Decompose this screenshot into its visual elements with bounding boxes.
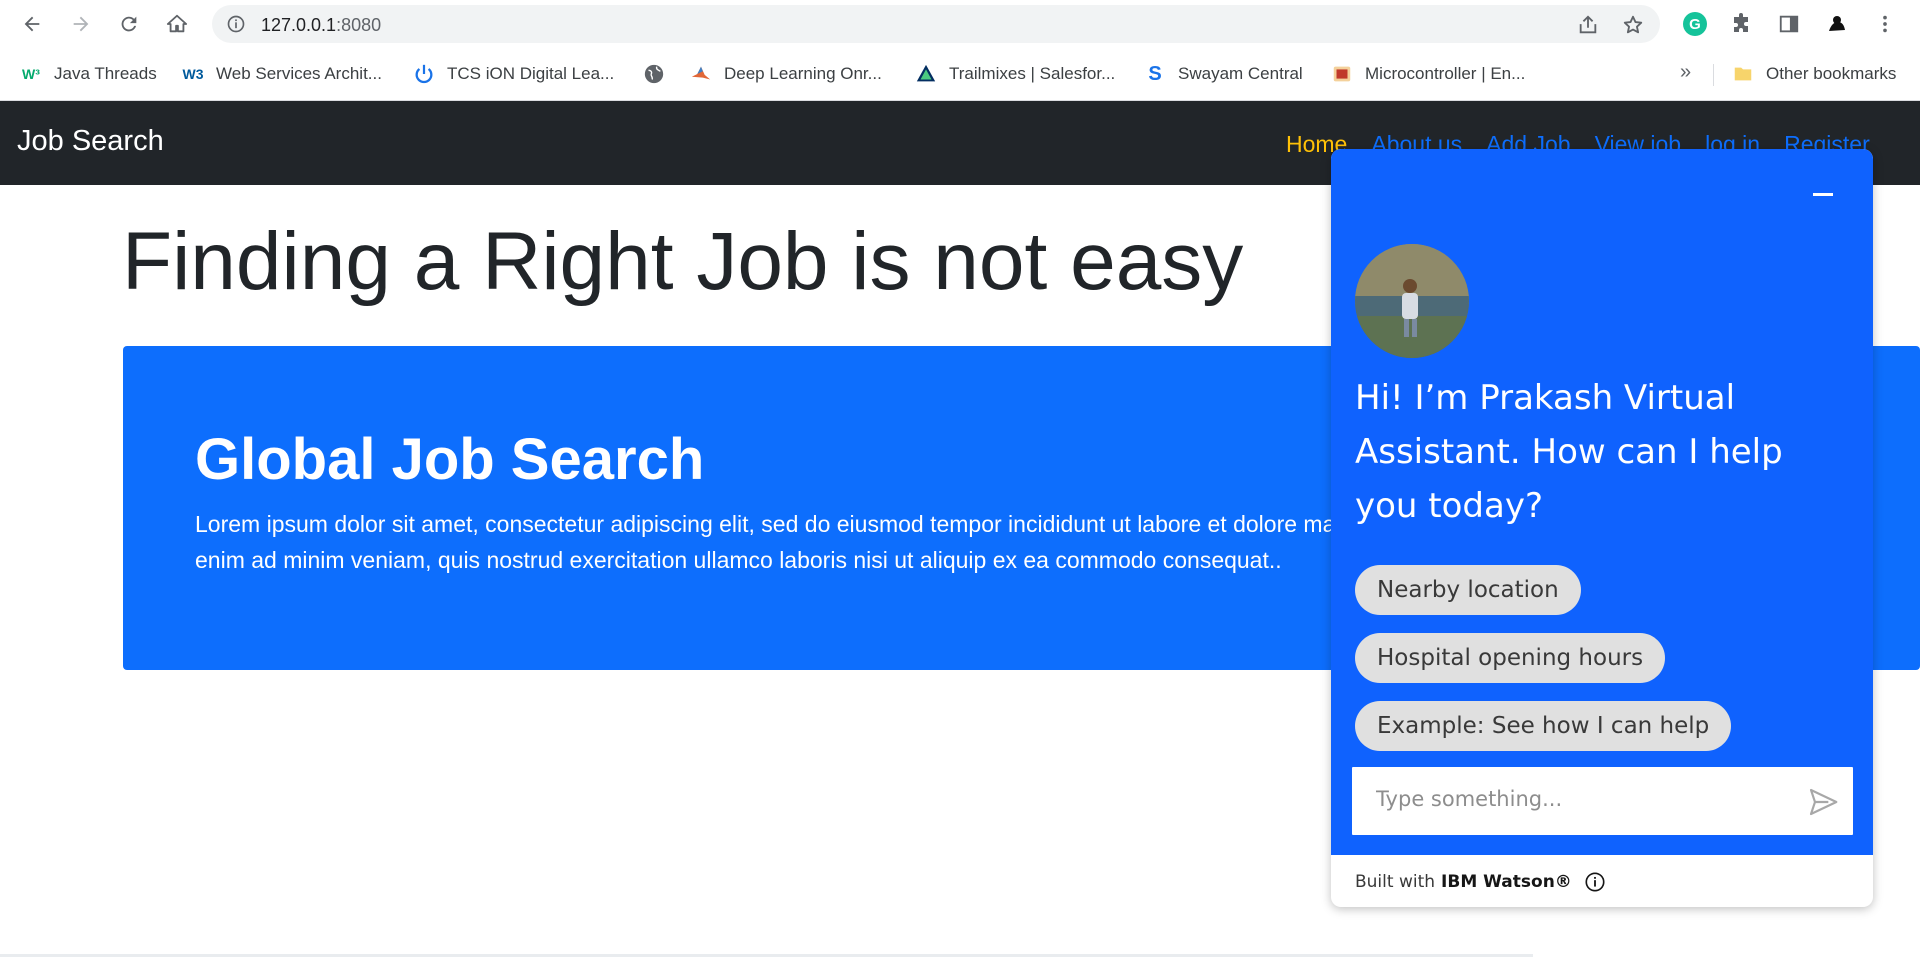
matlab-icon: [690, 63, 712, 85]
w3c-icon: W3: [182, 66, 204, 82]
home-icon: [166, 14, 188, 33]
share-icon[interactable]: [1577, 14, 1599, 36]
chat-message-input[interactable]: [1376, 787, 1776, 811]
site-info-icon[interactable]: [226, 14, 246, 34]
swayam-icon: S: [1148, 62, 1162, 85]
arrow-right-icon: [73, 16, 89, 32]
arrow-left-icon: [24, 16, 40, 32]
footer-prefix: Built with: [1355, 872, 1436, 892]
bookmark-label: Microcontroller | En...: [1365, 64, 1526, 83]
info-icon[interactable]: [1584, 871, 1606, 893]
bookmark-item[interactable]: W3 Web Services Archit...: [182, 61, 382, 87]
bookmarks-divider: [1713, 64, 1714, 86]
footer-brand: IBM Watson®: [1441, 872, 1572, 892]
assistant-greeting: Hi! I’m Prakash Virtual Assistant. How c…: [1355, 378, 1783, 526]
hero-title: Global Job Search: [195, 427, 705, 492]
more-bookmarks-chevron-icon[interactable]: »: [1680, 61, 1691, 84]
profile-avatar-icon[interactable]: [1824, 11, 1850, 37]
extensions-puzzle-icon[interactable]: [1729, 11, 1755, 37]
navbar-brand[interactable]: Job Search: [17, 125, 164, 158]
bookmark-item[interactable]: [643, 61, 677, 87]
w3-icon: W³: [22, 66, 40, 82]
back-button[interactable]: [17, 9, 47, 39]
assistant-avatar: [1355, 244, 1469, 358]
chat-widget: Hi! I’m Prakash Virtual Assistant. How c…: [1331, 149, 1873, 907]
chat-input-container: [1350, 765, 1855, 837]
browser-toolbar: 127.0.0.1:8080 G: [0, 0, 1920, 49]
chat-footer: Built with IBM Watson®: [1355, 871, 1606, 893]
grammarly-extension-icon[interactable]: G: [1682, 11, 1708, 37]
bookmark-star-icon[interactable]: [1622, 14, 1644, 36]
bookmark-item[interactable]: Microcontroller | En...: [1331, 61, 1525, 87]
browser-menu-icon[interactable]: [1872, 11, 1898, 37]
bookmark-label: Deep Learning Onr...: [724, 64, 882, 83]
bookmark-label: Swayam Central: [1178, 64, 1303, 83]
bookmark-label: Java Threads: [54, 64, 157, 83]
svg-text:G: G: [1689, 16, 1701, 33]
folder-icon: [1732, 63, 1754, 85]
chat-body: Hi! I’m Prakash Virtual Assistant. How c…: [1331, 149, 1873, 855]
bookmark-label: TCS iON Digital Lea...: [447, 64, 615, 83]
bookmarks-bar: W³ Java Threads W3 Web Services Archit..…: [0, 49, 1920, 101]
send-icon[interactable]: [1807, 786, 1839, 818]
power-icon: [413, 63, 435, 85]
suggestion-chip-nearby-location[interactable]: Nearby location: [1355, 565, 1581, 615]
other-bookmarks-label: Other bookmarks: [1766, 64, 1897, 83]
url-text: 127.0.0.1:8080: [261, 15, 381, 36]
home-button[interactable]: [162, 9, 192, 39]
url-host: 127.0.0.1: [261, 15, 337, 35]
bookmark-item[interactable]: W³ Java Threads: [20, 61, 157, 87]
minimize-icon[interactable]: [1813, 193, 1833, 196]
url-port: :8080: [336, 15, 382, 35]
hero-description: Lorem ipsum dolor sit amet, consectetur …: [195, 511, 1478, 573]
globe-icon: [643, 63, 665, 85]
trailhead-icon: [915, 63, 937, 85]
reload-button[interactable]: [114, 9, 144, 39]
page-headline: Finding a Right Job is not easy: [122, 216, 1244, 307]
bookmark-item[interactable]: Deep Learning Onr...: [690, 61, 882, 87]
reload-icon: [121, 16, 137, 32]
book-icon: [1331, 63, 1353, 85]
bookmark-item[interactable]: Trailmixes | Salesfor...: [915, 61, 1115, 87]
address-bar[interactable]: 127.0.0.1:8080: [212, 5, 1660, 43]
side-panel-icon[interactable]: [1776, 11, 1802, 37]
bookmark-label: Trailmixes | Salesfor...: [949, 64, 1116, 83]
forward-button[interactable]: [66, 9, 96, 39]
other-bookmarks-folder[interactable]: Other bookmarks: [1732, 61, 1896, 87]
page-bottom-divider: [0, 954, 1533, 957]
bookmark-item[interactable]: S Swayam Central: [1144, 61, 1303, 87]
bookmark-item[interactable]: TCS iON Digital Lea...: [413, 61, 614, 87]
suggestion-chip-hospital-hours[interactable]: Hospital opening hours: [1355, 633, 1666, 683]
suggestion-chip-example[interactable]: Example: See how I can help: [1355, 701, 1732, 751]
bookmark-label: Web Services Archit...: [216, 64, 382, 83]
